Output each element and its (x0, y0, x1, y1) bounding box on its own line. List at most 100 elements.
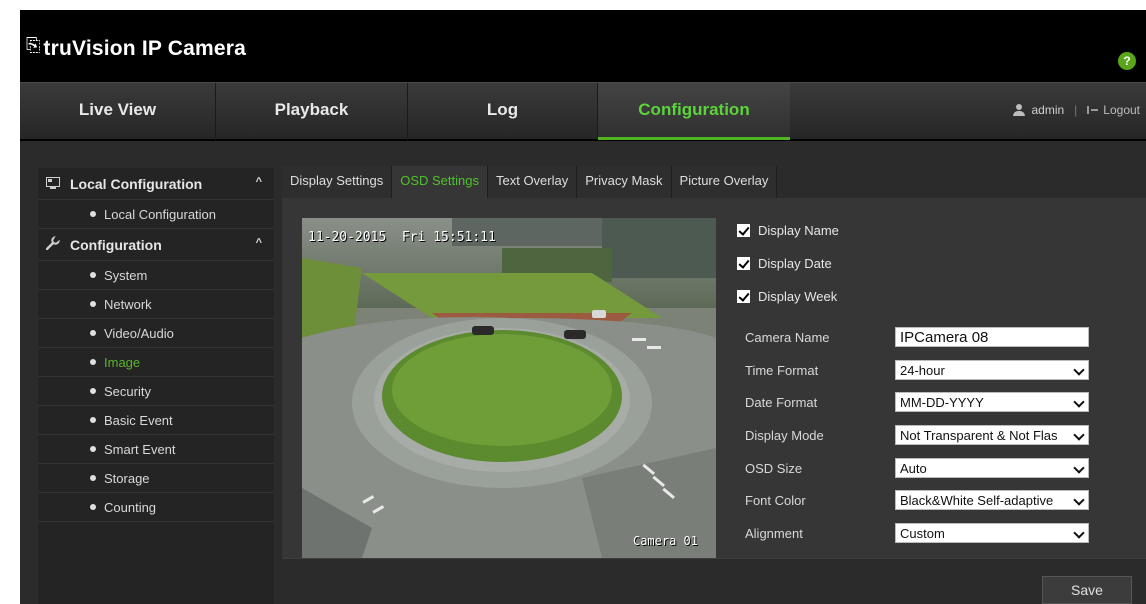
sidebar-item-smart-event[interactable]: Smart Event (38, 435, 274, 464)
sidebar-item-label: Basic Event (104, 412, 173, 428)
sidebar-section-label: Configuration (70, 236, 162, 253)
app-window: ⎘ truVision IP Camera ? Live View Playba… (20, 10, 1146, 604)
alignment-label: Alignment (745, 526, 803, 541)
osd-size-row: OSD Size Auto (737, 458, 1117, 480)
bullet-icon (90, 504, 96, 510)
bullet-icon (90, 475, 96, 481)
logout-link[interactable]: Logout (1103, 103, 1140, 117)
osd-size-value: Auto (900, 461, 927, 476)
bullet-icon (90, 446, 96, 452)
logout-icon[interactable] (1087, 106, 1099, 114)
bullet-icon (90, 359, 96, 365)
sidebar-item-label: Counting (104, 499, 157, 515)
alignment-row: Alignment Custom (737, 523, 1117, 545)
help-icon[interactable]: ? (1118, 52, 1136, 70)
sidebar-item-system[interactable]: System (38, 261, 274, 290)
tab-privacy-mask[interactable]: Privacy Mask (577, 166, 672, 198)
camera-scene (302, 218, 716, 558)
bullet-icon (90, 301, 96, 307)
nav-tab-log[interactable]: Log (408, 83, 598, 140)
sidebar-item-network[interactable]: Network (38, 290, 274, 319)
sidebar-item-security[interactable]: Security (38, 377, 274, 406)
sidebar-item-label: Storage (104, 470, 150, 486)
sidebar: Local Configuration ^ Local Configuratio… (38, 168, 274, 604)
nav-tab-playback[interactable]: Playback (216, 83, 408, 140)
bullet-icon (90, 388, 96, 394)
logo-text: truVision IP Camera (43, 37, 247, 60)
sidebar-section-configuration[interactable]: Configuration ^ (38, 229, 274, 261)
camera-name-input[interactable]: IPCamera 08 (895, 327, 1089, 347)
sidebar-item-label: Smart Event (104, 441, 176, 457)
chevron-up-icon[interactable]: ^ (256, 176, 262, 188)
bullet-icon (90, 417, 96, 423)
display-name-label: Display Name (758, 223, 839, 238)
sidebar-item-label: Video/Audio (104, 325, 174, 341)
settings-tabs: Display Settings OSD Settings Text Overl… (282, 166, 778, 198)
tab-text-overlay[interactable]: Text Overlay (487, 166, 578, 198)
display-name-checkbox[interactable] (737, 224, 750, 237)
font-color-select[interactable]: Black&White Self-adaptive (895, 490, 1089, 510)
live-video-preview[interactable]: 11-20-2015 Fri 15:51:11 Camera 01 (302, 218, 716, 558)
save-button[interactable]: Save (1042, 576, 1132, 604)
sidebar-item-image[interactable]: Image (38, 348, 274, 377)
time-format-label: Time Format (745, 363, 819, 378)
display-date-row: Display Date (737, 247, 1117, 280)
sidebar-item-label: Security (104, 383, 151, 399)
user-area: admin | Logout (1013, 83, 1140, 137)
time-format-select[interactable]: 24-hour (895, 360, 1089, 380)
sidebar-item-storage[interactable]: Storage (38, 464, 274, 493)
username: admin (1031, 103, 1065, 117)
date-format-value: MM-DD-YYYY (900, 395, 984, 410)
sidebar-section-label: Local Configuration (70, 175, 203, 192)
time-format-row: Time Format 24-hour (737, 360, 1117, 382)
sidebar-item-counting[interactable]: Counting (38, 493, 274, 522)
sidebar-item-label: System (104, 267, 148, 283)
bullet-icon (90, 272, 96, 278)
bullet-icon (90, 330, 96, 336)
save-bar: Save (282, 558, 1146, 604)
main-area: Local Configuration ^ Local Configuratio… (20, 141, 1146, 604)
display-date-checkbox[interactable] (737, 257, 750, 270)
display-date-label: Display Date (758, 256, 832, 271)
sidebar-item-local-configuration[interactable]: Local Configuration (38, 200, 274, 229)
alignment-value: Custom (900, 526, 945, 541)
osd-size-label: OSD Size (745, 461, 803, 476)
content-area: Display Settings OSD Settings Text Overl… (282, 166, 1146, 604)
font-color-row: Font Color Black&White Self-adaptive (737, 490, 1117, 512)
sidebar-section-local-configuration[interactable]: Local Configuration ^ (38, 168, 274, 200)
alignment-select[interactable]: Custom (895, 523, 1089, 543)
tab-display-settings[interactable]: Display Settings (282, 166, 393, 198)
user-divider: | (1074, 103, 1078, 117)
osd-camera-name-overlay[interactable]: Camera 01 (633, 534, 698, 548)
tab-osd-settings[interactable]: OSD Settings (392, 166, 488, 198)
date-format-select[interactable]: MM-DD-YYYY (895, 392, 1089, 412)
chevron-up-icon[interactable]: ^ (256, 237, 262, 249)
display-week-checkbox[interactable] (737, 290, 750, 303)
font-color-value: Black&White Self-adaptive (900, 493, 1054, 508)
osd-datetime-overlay[interactable]: 11-20-2015 Fri 15:51:11 (308, 230, 496, 245)
bullet-icon (90, 211, 96, 217)
date-format-row: Date Format MM-DD-YYYY (737, 392, 1117, 414)
osd-size-select[interactable]: Auto (895, 458, 1089, 478)
camera-name-label: Camera Name (745, 330, 830, 345)
monitor-icon (44, 176, 62, 192)
osd-options: Display Name Display Date Display Week C… (737, 214, 1117, 543)
user-icon (1013, 104, 1026, 116)
osd-settings-panel: 11-20-2015 Fri 15:51:11 Camera 01 Displa… (282, 198, 1146, 558)
logo-mark-icon: ⎘ (26, 34, 41, 56)
sidebar-item-video-audio[interactable]: Video/Audio (38, 319, 274, 348)
sidebar-item-label: Image (104, 354, 141, 370)
font-color-label: Font Color (745, 493, 806, 508)
main-nav: Live View Playback Log Configuration adm… (20, 82, 1146, 140)
display-name-row: Display Name (737, 214, 1117, 247)
date-format-label: Date Format (745, 395, 818, 410)
sidebar-item-basic-event[interactable]: Basic Event (38, 406, 274, 435)
nav-tab-configuration[interactable]: Configuration (598, 83, 790, 140)
nav-tab-live-view[interactable]: Live View (20, 83, 216, 140)
display-mode-select[interactable]: Not Transparent & Not Flas (895, 425, 1089, 445)
display-mode-label: Display Mode (745, 428, 824, 443)
wrench-icon (44, 235, 62, 253)
tab-picture-overlay[interactable]: Picture Overlay (671, 166, 778, 198)
sidebar-item-label: Local Configuration (104, 206, 217, 222)
time-format-value: 24-hour (900, 363, 945, 378)
